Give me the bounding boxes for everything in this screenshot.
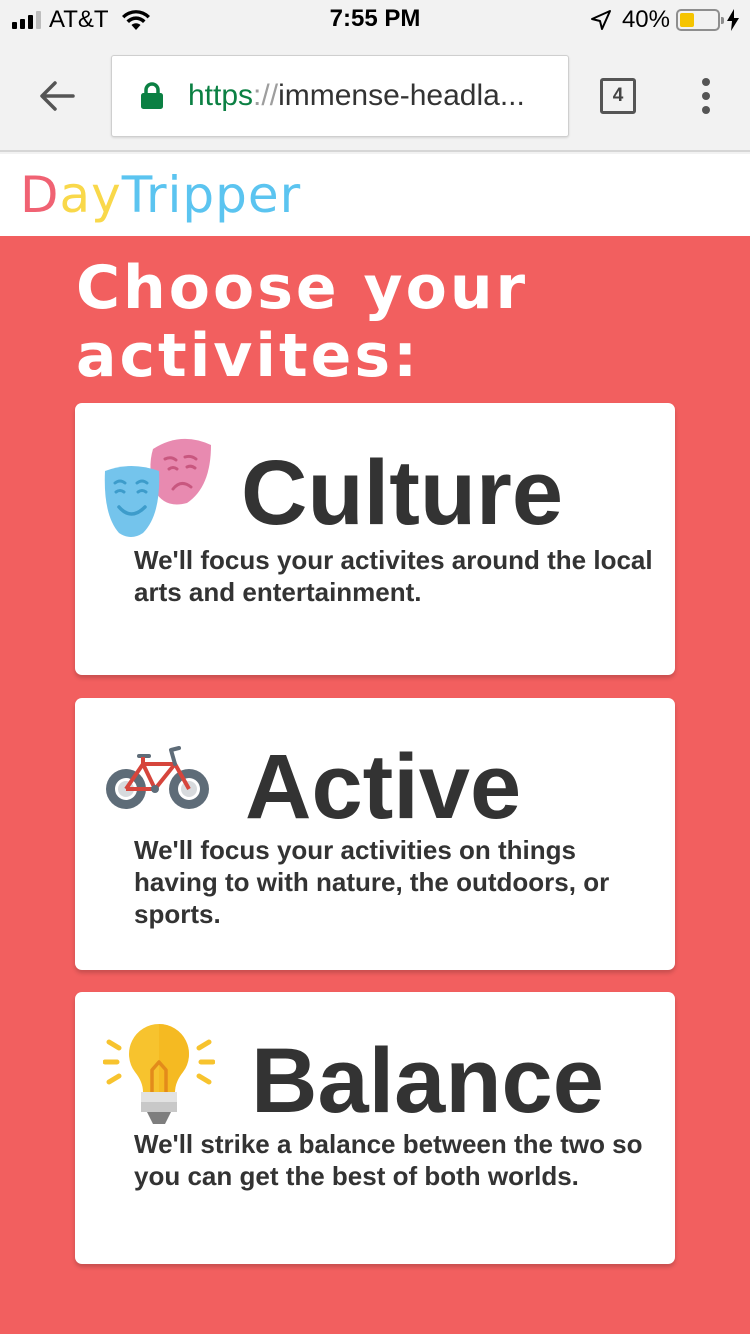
active-title: Active — [245, 736, 522, 838]
url-separator: :// — [253, 79, 279, 112]
url-text: https://immense-headla... — [188, 79, 525, 113]
address-bar[interactable]: https://immense-headla... — [111, 55, 569, 137]
back-arrow-icon — [40, 81, 75, 111]
location-arrow-icon — [590, 10, 611, 30]
charging-bolt-icon — [727, 9, 739, 31]
activity-chooser: Choose your activites: Culture We'll foc… — [0, 236, 750, 1334]
url-scheme: https — [188, 79, 254, 112]
url-host: immense-headla... — [278, 79, 525, 112]
active-card[interactable]: Active We'll focus your activities on th… — [75, 698, 675, 970]
culture-title: Culture — [241, 442, 563, 544]
active-description: We'll focus your activities on things ha… — [134, 835, 610, 929]
balance-card[interactable]: Balance We'll strike a balance between t… — [75, 992, 675, 1264]
overflow-menu-button[interactable] — [694, 76, 718, 116]
status-bar: AT&T 7:55 PM 40% — [0, 0, 750, 40]
lock-icon — [141, 82, 163, 109]
tab-switcher-button[interactable]: 4 — [600, 78, 636, 114]
browser-toolbar: https://immense-headla... 4 — [0, 40, 750, 152]
theater-masks-icon — [104, 438, 211, 537]
site-header: DayTripper — [0, 154, 750, 236]
balance-description: We'll strike a balance between the two s… — [134, 1129, 643, 1191]
culture-card[interactable]: Culture We'll focus your activites aroun… — [75, 403, 675, 675]
back-button[interactable] — [34, 76, 80, 116]
lightbulb-icon — [103, 1024, 215, 1124]
battery-percent: 40% — [621, 6, 670, 33]
tab-count: 4 — [612, 85, 624, 106]
battery-icon — [676, 9, 724, 31]
balance-title: Balance — [251, 1030, 604, 1132]
culture-description: We'll focus your activites around the lo… — [134, 545, 653, 607]
page-title: Choose your activites: — [76, 253, 529, 391]
bicycle-icon — [106, 746, 209, 809]
daytripper-logo[interactable]: DayTripper — [20, 168, 301, 223]
